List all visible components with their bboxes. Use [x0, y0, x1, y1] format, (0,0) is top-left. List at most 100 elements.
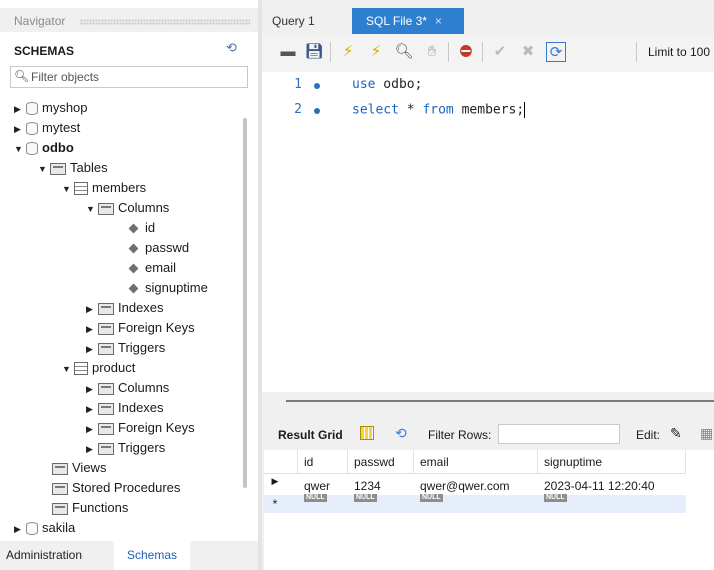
toolbar-separator: [636, 42, 637, 62]
tree-column-email[interactable]: email: [128, 258, 176, 278]
cell[interactable]: NULL: [538, 494, 567, 509]
search-icon: 🔍︎: [14, 69, 30, 83]
expand-arrow-icon[interactable]: ▶: [14, 119, 26, 139]
save-icon[interactable]: 💾︎: [304, 42, 324, 62]
column-header[interactable]: signuptime: [538, 450, 686, 474]
filter-objects-input[interactable]: [31, 68, 241, 86]
grid-options-icon[interactable]: ▦: [700, 425, 713, 442]
tree-views[interactable]: Views: [52, 458, 106, 478]
cell[interactable]: 2023-04-11 12:20:40: [538, 476, 655, 496]
tree-functions[interactable]: Functions: [52, 498, 128, 518]
code-line-2[interactable]: select * from members;: [352, 102, 526, 118]
sql-keyword: use: [352, 77, 376, 92]
tree-foreign-keys[interactable]: ▶ Foreign Keys: [86, 318, 195, 338]
column-header[interactable]: passwd: [348, 450, 414, 474]
collapse-arrow-icon[interactable]: ▼: [62, 359, 74, 379]
tree-label: product: [92, 360, 136, 375]
folder-icon: [98, 442, 114, 455]
execute-lightning-icon[interactable]: ⚡︎: [338, 42, 358, 62]
current-row-arrow-icon: ▶: [271, 476, 279, 486]
tree-columns[interactable]: ▶ Columns: [86, 378, 169, 398]
tree-triggers[interactable]: ▶ Triggers: [86, 438, 165, 458]
schema-label: myshop: [42, 100, 88, 115]
result-grid-tab[interactable]: Result Grid: [278, 428, 343, 442]
cell[interactable]: qwer: [298, 476, 330, 496]
explain-magnifier-icon[interactable]: 🔍︎: [394, 42, 414, 62]
tree-table-product[interactable]: ▼ product: [62, 358, 135, 378]
filter-objects-box[interactable]: 🔍︎: [10, 66, 248, 88]
schema-sakila[interactable]: ▶ sakila: [14, 518, 75, 538]
tree-table-members[interactable]: ▼ members: [62, 178, 146, 198]
navigator-drag-handle[interactable]: [80, 19, 250, 25]
collapse-arrow-icon[interactable]: ▼: [86, 199, 98, 219]
filter-rows-input[interactable]: [498, 424, 620, 444]
expand-arrow-icon[interactable]: ▶: [86, 399, 98, 419]
tree-stored-procedures[interactable]: Stored Procedures: [52, 478, 180, 498]
row-header-corner: [264, 450, 298, 474]
tree-indexes[interactable]: ▶ Indexes: [86, 298, 164, 318]
tab-administration[interactable]: Administration: [6, 548, 82, 562]
refresh-schemas-icon[interactable]: ⟲: [226, 40, 237, 56]
stop-hand-icon[interactable]: ✋︎: [422, 42, 442, 62]
column-header[interactable]: id: [298, 450, 348, 474]
folder-icon: [50, 162, 66, 175]
edit-row-icon[interactable]: ✎: [670, 425, 682, 442]
grid-view-icon[interactable]: [360, 426, 374, 440]
autocommit-toggle-icon[interactable]: ⟳: [546, 42, 566, 62]
expand-arrow-icon[interactable]: ▶: [86, 339, 98, 359]
expand-arrow-icon[interactable]: ▶: [86, 439, 98, 459]
toggle-error-icon[interactable]: ⛔︎: [456, 42, 476, 62]
cell[interactable]: NULL: [298, 494, 327, 509]
schema-odbo[interactable]: ▼ odbo: [14, 138, 74, 158]
tree-label: Columns: [118, 200, 170, 215]
cell[interactable]: NULL: [348, 494, 377, 509]
navigator-scrollbar[interactable]: [243, 118, 247, 488]
tree-column-passwd[interactable]: passwd: [128, 238, 189, 258]
limit-rows-select[interactable]: Limit to 100: [648, 45, 710, 59]
tree-foreign-keys[interactable]: ▶ Foreign Keys: [86, 418, 195, 438]
open-folder-icon[interactable]: ▬: [278, 42, 298, 62]
tab-schemas[interactable]: Schemas: [114, 541, 190, 570]
tab-query-1[interactable]: Query 1: [272, 14, 315, 28]
expand-arrow-icon[interactable]: ▶: [86, 419, 98, 439]
editor-result-splitter[interactable]: [286, 400, 714, 402]
folder-icon: [98, 342, 114, 355]
tree-columns[interactable]: ▼ Columns: [86, 198, 169, 218]
expand-arrow-icon[interactable]: ▶: [86, 379, 98, 399]
tree-indexes[interactable]: ▶ Indexes: [86, 398, 164, 418]
folder-icon: [52, 462, 68, 475]
result-grid: id passwd email signuptime ▶ qwer 1234 q…: [264, 450, 714, 570]
expand-arrow-icon[interactable]: ▶: [86, 299, 98, 319]
collapse-arrow-icon[interactable]: ▼: [14, 139, 26, 159]
refresh-icon[interactable]: ⟲: [395, 425, 407, 442]
cell[interactable]: qwer@qwer.com: [414, 476, 510, 496]
tree-tables[interactable]: ▼ Tables: [38, 158, 108, 178]
tree-label: Triggers: [118, 340, 166, 355]
collapse-arrow-icon[interactable]: ▼: [62, 179, 74, 199]
expand-arrow-icon[interactable]: ▶: [14, 99, 26, 119]
tree-column-id[interactable]: id: [128, 218, 155, 238]
sql-editor[interactable]: 1 use odbo; 2 select * from members;: [262, 72, 714, 392]
commit-check-icon[interactable]: ✔︎: [490, 42, 510, 62]
folder-icon: [52, 482, 68, 495]
close-icon[interactable]: ×: [435, 14, 442, 28]
tree-triggers[interactable]: ▶ Triggers: [86, 338, 165, 358]
schema-myshop[interactable]: ▶ myshop: [14, 98, 88, 118]
folder-icon: [98, 302, 114, 315]
schema-label: mytest: [42, 120, 81, 135]
result-toolbar: Result Grid ⟲ Filter Rows: Edit: ✎ ▦: [262, 420, 714, 448]
expand-arrow-icon[interactable]: ▶: [14, 519, 26, 539]
code-line-1[interactable]: use odbo;: [352, 77, 422, 92]
schema-mytest[interactable]: ▶ mytest: [14, 118, 80, 138]
expand-arrow-icon[interactable]: ▶: [86, 319, 98, 339]
cell[interactable]: 1234: [348, 476, 381, 496]
table-row-new[interactable]: * NULL NULL NULL NULL: [264, 494, 686, 513]
execute-current-lightning-icon[interactable]: ⚡︎: [366, 42, 386, 62]
tab-sql-file-3[interactable]: SQL File 3* ×: [352, 8, 464, 34]
schemas-label: SCHEMAS: [14, 44, 75, 58]
cell[interactable]: NULL: [414, 494, 443, 509]
column-header[interactable]: email: [414, 450, 538, 474]
tree-column-signuptime[interactable]: signuptime: [128, 278, 208, 298]
rollback-cancel-icon[interactable]: ✖︎: [518, 42, 538, 62]
collapse-arrow-icon[interactable]: ▼: [38, 159, 50, 179]
